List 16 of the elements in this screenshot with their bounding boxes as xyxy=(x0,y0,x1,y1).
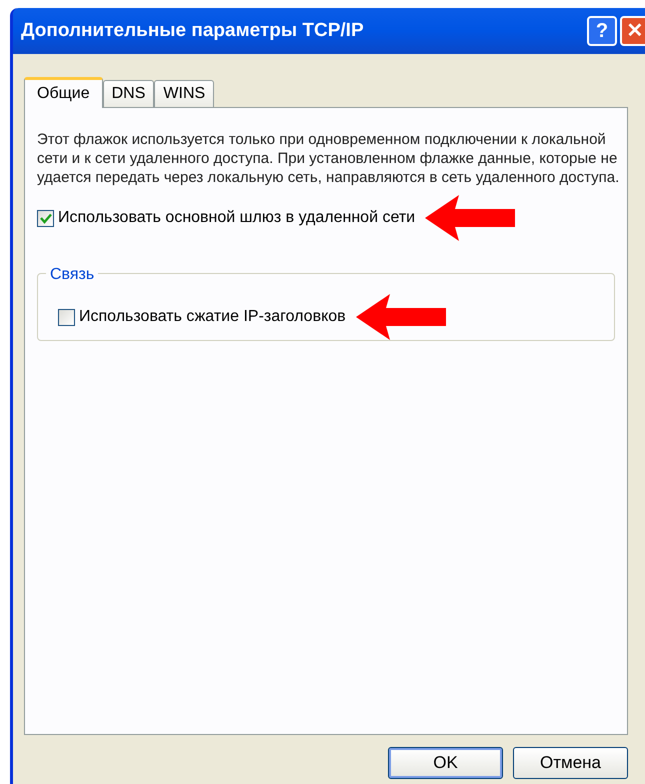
checkbox[interactable] xyxy=(37,210,54,226)
window-title: Дополнительные параметры TCP/IP xyxy=(21,18,365,43)
dialog-button[interactable]: Отмена xyxy=(513,747,628,779)
arrow-icon xyxy=(356,294,446,340)
arrow-icon xyxy=(425,195,516,241)
dialog-button[interactable]: OK xyxy=(388,747,503,779)
help-button[interactable]: ? xyxy=(587,16,617,46)
tab[interactable]: Общие xyxy=(24,77,103,108)
tab[interactable]: WINS xyxy=(154,80,214,107)
tab[interactable]: DNS xyxy=(102,80,154,107)
checkbox-label[interactable]: Использовать сжатие IP-заголовков xyxy=(79,305,346,329)
close-button[interactable]: ✕ xyxy=(620,16,645,46)
checkbox-label[interactable]: Использовать основной шлюз в удаленной сети xyxy=(58,206,416,230)
checkbox[interactable] xyxy=(58,308,75,326)
checkmark-icon xyxy=(40,212,52,224)
description-text: Этот флажок используется только при одновременном подключении к локальной сети и к сети удаленного доступа. При установленном флажке данные, которые не удается передать через локальную сеть, направляются в сеть удаленного доступа. xyxy=(37,130,620,187)
